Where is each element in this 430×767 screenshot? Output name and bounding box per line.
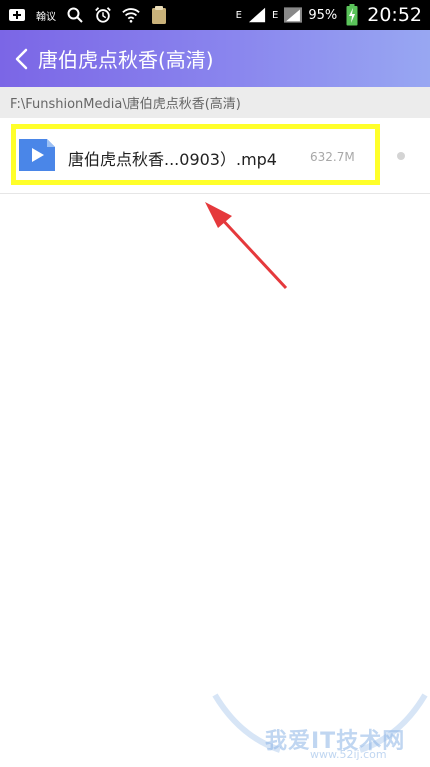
clipboard-icon [150, 6, 168, 24]
network-type-label-2: E [272, 9, 279, 21]
header-bar: 唐伯虎点秋香(高清) [0, 30, 430, 87]
video-file-icon [19, 139, 55, 171]
watermark-subtext: www.52ij.com [310, 748, 387, 761]
file-name: 唐伯虎点秋香...0903）.mp4 [68, 150, 277, 169]
wifi-icon [122, 6, 140, 24]
signal-strength-icon [248, 6, 266, 24]
battery-percent: 95% [308, 7, 338, 23]
notification-label: 翰议 [36, 11, 56, 23]
search-icon [66, 6, 84, 24]
network-type-label: E [235, 9, 242, 21]
list-item[interactable]: 唐伯虎点秋香...0903）.mp4 632.7M [0, 118, 430, 194]
page-title: 唐伯虎点秋香(高清) [38, 48, 214, 72]
watermark: 我爱IT技术网 www.52ij.com [210, 690, 430, 767]
battery-charging-icon [343, 4, 361, 26]
back-button[interactable] [10, 44, 32, 74]
breadcrumb: F:\FunshionMedia\唐伯虎点秋香(高清) [0, 87, 430, 118]
alarm-icon [94, 6, 112, 24]
signal-strength-icon-2 [284, 6, 303, 24]
chevron-left-icon [15, 48, 28, 69]
file-size: 632.7M [310, 150, 355, 164]
more-dot-icon[interactable] [397, 152, 405, 160]
status-bar: 翰议 E E 95% 20:52 [0, 0, 430, 30]
clock: 20:52 [367, 4, 422, 26]
add-notification-icon [8, 6, 26, 24]
